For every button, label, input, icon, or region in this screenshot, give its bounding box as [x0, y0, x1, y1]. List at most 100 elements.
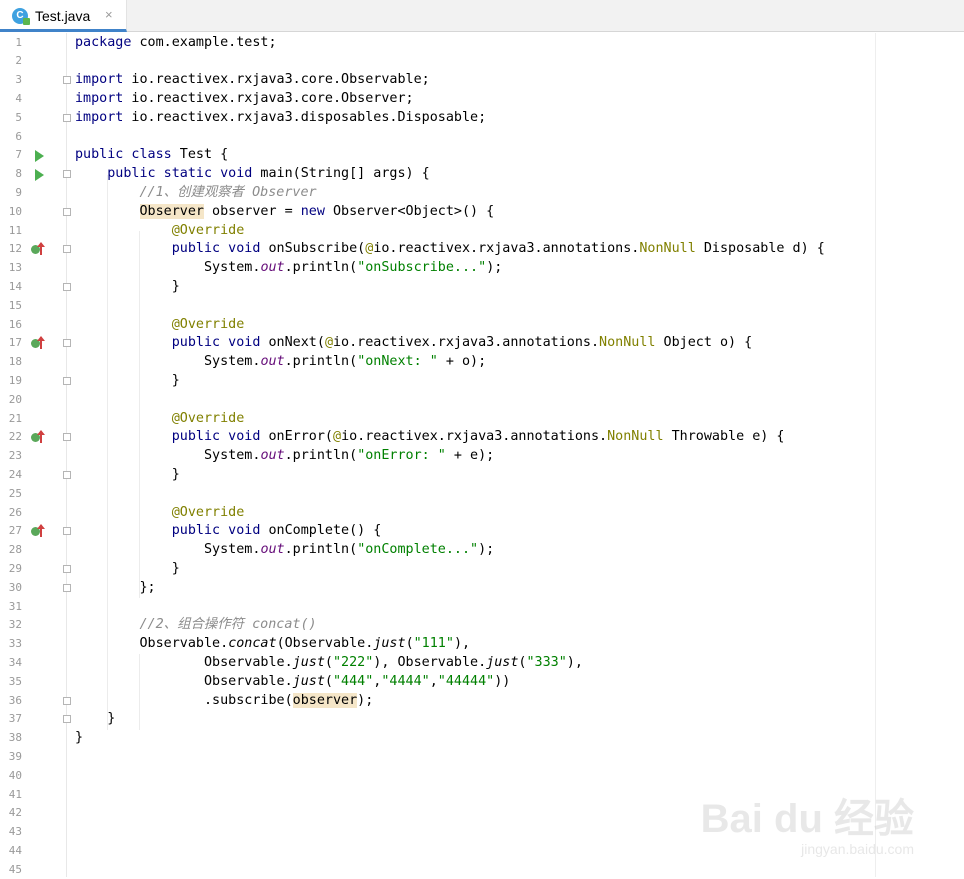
code-line[interactable]: 20 [0, 391, 875, 410]
line-number[interactable]: 15 [0, 297, 22, 316]
code-line[interactable]: 14 } [0, 278, 875, 297]
code-line[interactable]: 40 [0, 767, 875, 786]
code-line[interactable]: 45 [0, 861, 875, 879]
close-icon[interactable]: × [105, 7, 113, 23]
code-line[interactable]: 27 public void onComplete() { [0, 522, 875, 541]
line-number[interactable]: 2 [0, 52, 22, 71]
line-number[interactable]: 9 [0, 184, 22, 203]
fold-marker-icon[interactable] [63, 696, 71, 705]
line-number[interactable]: 37 [0, 710, 22, 729]
implements-method-icon[interactable] [31, 336, 45, 350]
line-number[interactable]: 40 [0, 767, 22, 786]
fold-marker-icon[interactable] [63, 207, 71, 216]
code-line[interactable]: 17 public void onNext(@io.reactivex.rxja… [0, 334, 875, 353]
code-line[interactable]: 6 [0, 128, 875, 147]
code-line[interactable]: 34 Observable.just("222"), Observable.ju… [0, 654, 875, 673]
code-line[interactable]: 39 [0, 748, 875, 767]
line-number[interactable]: 32 [0, 616, 22, 635]
line-number[interactable]: 10 [0, 203, 22, 222]
fold-marker-icon[interactable] [63, 170, 71, 179]
line-number[interactable]: 36 [0, 692, 22, 711]
fold-marker-icon[interactable] [63, 339, 71, 348]
fold-marker-icon[interactable] [63, 470, 71, 479]
code-line[interactable]: 26 @Override [0, 504, 875, 523]
fold-marker-icon[interactable] [63, 245, 71, 254]
run-icon[interactable] [35, 150, 44, 163]
fold-marker-icon[interactable] [63, 583, 71, 592]
line-number[interactable]: 23 [0, 447, 22, 466]
line-number[interactable]: 20 [0, 391, 22, 410]
line-number[interactable]: 27 [0, 522, 22, 541]
tab-test-java[interactable]: C Test.java × [0, 0, 127, 32]
line-number[interactable]: 14 [0, 278, 22, 297]
line-number[interactable]: 33 [0, 635, 22, 654]
line-number[interactable]: 38 [0, 729, 22, 748]
code-line[interactable]: 32 //2、组合操作符 concat() [0, 616, 875, 635]
code-line[interactable]: 23 System.out.println("onError: " + e); [0, 447, 875, 466]
fold-marker-icon[interactable] [63, 433, 71, 442]
code-line[interactable]: 29 } [0, 560, 875, 579]
line-number[interactable]: 12 [0, 240, 22, 259]
code-line[interactable]: 8 public static void main(String[] args)… [0, 165, 875, 184]
code-editor[interactable]: 1 package com.example.test; 2 3 import io.re… [0, 33, 875, 877]
code-line[interactable]: 31 [0, 598, 875, 617]
line-number[interactable]: 25 [0, 485, 22, 504]
fold-marker-icon[interactable] [63, 715, 71, 724]
code-line[interactable]: 15 [0, 297, 875, 316]
code-line[interactable]: 19 } [0, 372, 875, 391]
line-number[interactable]: 41 [0, 786, 22, 805]
line-number[interactable]: 1 [0, 34, 22, 53]
code-line[interactable]: 38} [0, 729, 875, 748]
line-number[interactable]: 35 [0, 673, 22, 692]
code-line[interactable]: 36 .subscribe(observer); [0, 692, 875, 711]
code-line[interactable]: 12 public void onSubscribe(@io.reactivex… [0, 240, 875, 259]
code-line[interactable]: 35 Observable.just("444","4444","44444")… [0, 673, 875, 692]
code-line[interactable]: 33 Observable.concat(Observable.just("11… [0, 635, 875, 654]
code-line[interactable]: 25 [0, 485, 875, 504]
line-number[interactable]: 44 [0, 842, 22, 861]
line-number[interactable]: 7 [0, 146, 22, 165]
line-number[interactable]: 19 [0, 372, 22, 391]
code-line[interactable]: 28 System.out.println("onComplete..."); [0, 541, 875, 560]
code-line[interactable]: 2 [0, 52, 875, 71]
line-number[interactable]: 39 [0, 748, 22, 767]
line-number[interactable]: 22 [0, 428, 22, 447]
code-line[interactable]: 10 Observer observer = new Observer<Obje… [0, 203, 875, 222]
fold-marker-icon[interactable] [63, 564, 71, 573]
code-line[interactable]: 13 System.out.println("onSubscribe..."); [0, 259, 875, 278]
code-line[interactable]: 9 //1、创建观察者 Observer [0, 184, 875, 203]
line-number[interactable]: 6 [0, 128, 22, 147]
code-line[interactable]: 11 @Override [0, 222, 875, 241]
code-line[interactable]: 37 } [0, 710, 875, 729]
line-number[interactable]: 16 [0, 316, 22, 335]
code-line[interactable]: 1 package com.example.test; [0, 34, 875, 53]
code-line[interactable]: 18 System.out.println("onNext: " + o); [0, 353, 875, 372]
line-number[interactable]: 29 [0, 560, 22, 579]
fold-marker-icon[interactable] [63, 376, 71, 385]
code-line[interactable]: 21 @Override [0, 410, 875, 429]
code-line[interactable]: 5 import io.reactivex.rxjava3.disposables… [0, 109, 875, 128]
line-number[interactable]: 5 [0, 109, 22, 128]
line-number[interactable]: 18 [0, 353, 22, 372]
code-line[interactable]: 24 } [0, 466, 875, 485]
line-number[interactable]: 34 [0, 654, 22, 673]
line-number[interactable]: 24 [0, 466, 22, 485]
fold-marker-icon[interactable] [63, 76, 71, 85]
code-line[interactable]: 22 public void onError(@io.reactivex.rxj… [0, 428, 875, 447]
line-number[interactable]: 31 [0, 598, 22, 617]
line-number[interactable]: 21 [0, 410, 22, 429]
line-number[interactable]: 13 [0, 259, 22, 278]
implements-method-icon[interactable] [31, 242, 45, 256]
line-number[interactable]: 26 [0, 504, 22, 523]
implements-method-icon[interactable] [31, 430, 45, 444]
line-number[interactable]: 11 [0, 222, 22, 241]
run-icon[interactable] [35, 169, 44, 182]
line-number[interactable]: 3 [0, 71, 22, 90]
implements-method-icon[interactable] [31, 524, 45, 538]
line-number[interactable]: 43 [0, 823, 22, 842]
line-number[interactable]: 17 [0, 334, 22, 353]
code-line[interactable]: 30 }; [0, 579, 875, 598]
fold-marker-icon[interactable] [63, 527, 71, 536]
line-number[interactable]: 4 [0, 90, 22, 109]
line-number[interactable]: 8 [0, 165, 22, 184]
